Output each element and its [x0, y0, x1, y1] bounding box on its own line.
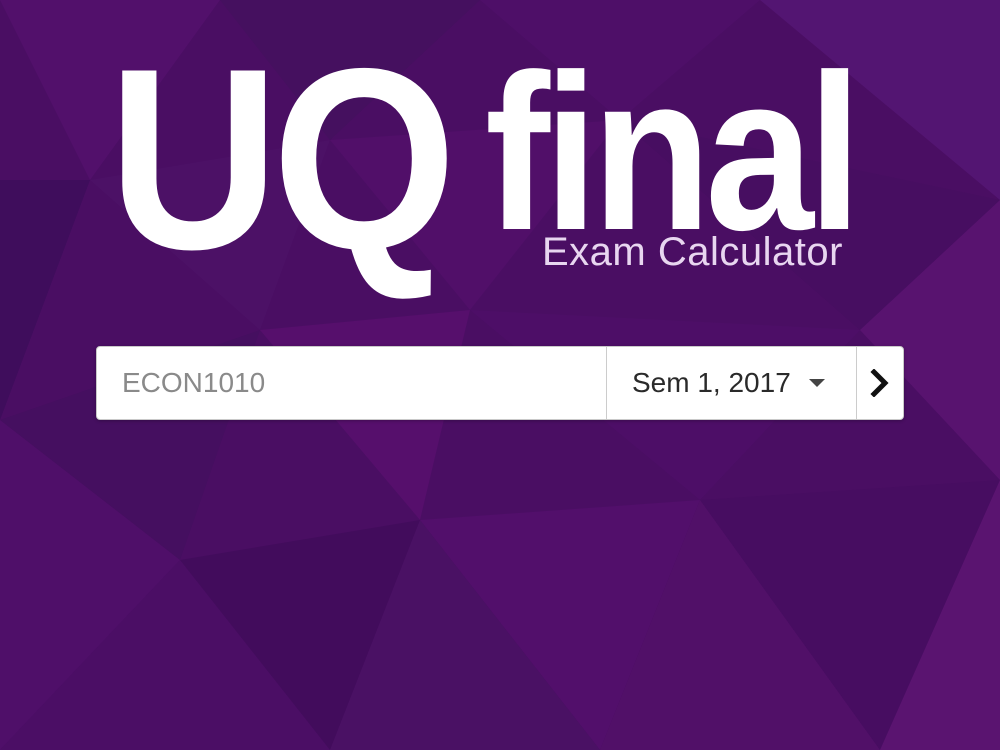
- submit-button[interactable]: [856, 347, 903, 419]
- semester-selected-value: Sem 1, 2017: [632, 367, 791, 398]
- course-search-bar: Sem 1, 2017: [96, 346, 904, 420]
- page-subtitle: Exam Calculator: [542, 230, 843, 274]
- chevron-right-icon: [870, 369, 889, 397]
- semester-dropdown[interactable]: Sem 1, 2017: [606, 347, 856, 419]
- caret-down-icon: [808, 379, 825, 387]
- logo-uq-text: UQ: [108, 14, 457, 303]
- logo: UQ final Exam Calculator: [0, 0, 1000, 320]
- course-code-input[interactable]: [97, 347, 606, 419]
